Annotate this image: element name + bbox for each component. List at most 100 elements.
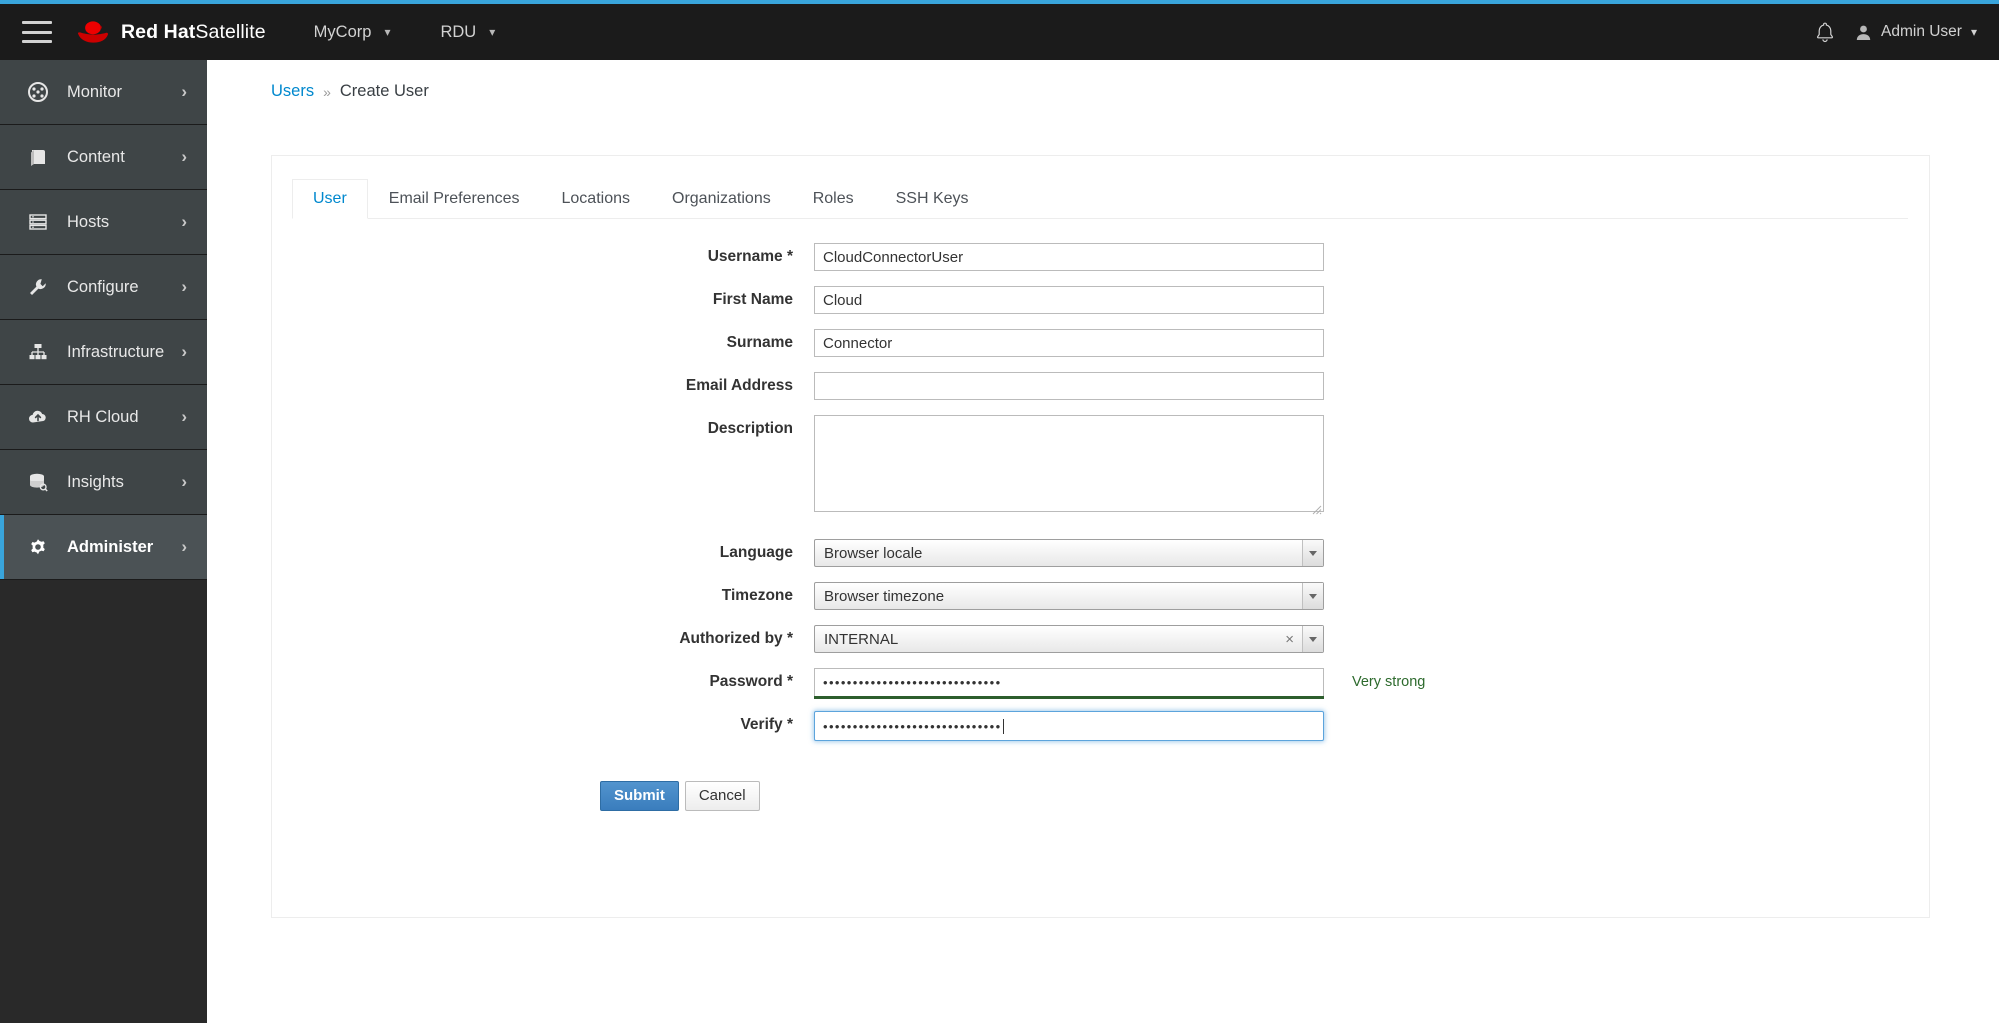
- tab-email-preferences[interactable]: Email Preferences: [368, 179, 541, 219]
- timezone-control: Browser timezone: [814, 582, 1324, 610]
- sidebar-item-monitor[interactable]: Monitor ›: [0, 60, 207, 125]
- language-label: Language: [719, 544, 793, 561]
- bell-icon: [1816, 22, 1834, 43]
- field-row-language: Language Browser locale: [272, 539, 1929, 567]
- sidebar-item-label: Content: [67, 147, 125, 166]
- chevron-right-icon: ›: [181, 472, 187, 491]
- field-row-timezone: Timezone Browser timezone: [272, 582, 1929, 610]
- chevron-down-icon: [1302, 540, 1323, 566]
- language-select[interactable]: Browser locale: [814, 539, 1324, 567]
- chevron-right-icon: ›: [181, 342, 187, 361]
- field-row-first-name: First Name: [272, 286, 1929, 314]
- form-actions: Submit Cancel: [600, 781, 1929, 811]
- brand-text-light: Satellite: [195, 20, 266, 43]
- sidebar-item-content[interactable]: Content ›: [0, 125, 207, 190]
- brand-text-bold: Red Hat: [121, 20, 196, 43]
- gear-icon: [25, 534, 51, 560]
- create-user-card: User Email Preferences Locations Organiz…: [271, 155, 1930, 918]
- context-selectors: MyCorp ▾ RDU ▾: [306, 17, 504, 48]
- authorized-by-select-value: INTERNAL: [824, 630, 899, 648]
- field-row-description: Description: [272, 415, 1929, 517]
- field-row-verify: Verify * ••••••••••••••••••••••••••••••: [272, 711, 1929, 741]
- chevron-down-icon: ▾: [1970, 25, 1977, 39]
- main-content: Users » Create User User Email Preferenc…: [207, 60, 1999, 1023]
- chevron-right-icon: ›: [181, 277, 187, 296]
- surname-input[interactable]: [814, 329, 1324, 357]
- chevron-down-icon: ▾: [489, 25, 496, 39]
- page-title: Create User: [339, 82, 429, 100]
- chevron-right-icon: ›: [181, 82, 187, 101]
- dashboard-icon: [25, 79, 51, 105]
- field-row-email: Email Address: [272, 372, 1929, 400]
- timezone-select[interactable]: Browser timezone: [814, 582, 1324, 610]
- masthead: Red HatSatellite MyCorp ▾ RDU ▾ Admin Us…: [0, 4, 1999, 60]
- user-menu[interactable]: Admin User ▾: [1855, 23, 1977, 41]
- field-row-password: Password * •••••••••••••••••••••••••••••…: [272, 668, 1929, 699]
- chevron-down-icon: ▾: [384, 25, 391, 39]
- brand-text: Red HatSatellite: [121, 21, 266, 44]
- language-select-value: Browser locale: [824, 544, 923, 562]
- sidebar-item-insights[interactable]: Insights ›: [0, 450, 207, 515]
- masthead-right: Admin User ▾: [1815, 21, 1977, 43]
- notifications-button[interactable]: [1815, 21, 1835, 43]
- description-control: [814, 415, 1324, 517]
- password-strength-text: Very strong: [1352, 674, 1426, 690]
- breadcrumb-link-users[interactable]: Users: [271, 82, 314, 101]
- chevron-right-icon: ›: [181, 147, 187, 166]
- password-input[interactable]: ••••••••••••••••••••••••••••••: [814, 668, 1324, 696]
- breadcrumb: Users » Create User: [207, 60, 1999, 101]
- server-stack-icon: [25, 209, 51, 235]
- sidebar-item-label: Configure: [67, 277, 139, 296]
- field-row-username: Username *: [272, 243, 1929, 271]
- text-cursor: [1002, 718, 1004, 734]
- tab-ssh-keys[interactable]: SSH Keys: [875, 179, 990, 219]
- email-label: Email Address: [685, 377, 793, 394]
- create-user-form: Username * First Name Surname: [272, 243, 1929, 811]
- authorized-by-select[interactable]: INTERNAL ×: [814, 625, 1324, 653]
- submit-button[interactable]: Submit: [600, 781, 679, 811]
- verify-label: Verify *: [740, 716, 793, 733]
- clear-selection-icon[interactable]: ×: [1277, 631, 1302, 648]
- tab-roles[interactable]: Roles: [792, 179, 875, 219]
- username-input[interactable]: [814, 243, 1324, 271]
- sidebar-item-label: Administer: [67, 537, 154, 556]
- wrench-icon: [25, 274, 51, 300]
- cancel-button[interactable]: Cancel: [684, 781, 760, 811]
- chevron-right-icon: ›: [181, 212, 187, 231]
- red-hat-fedora-logo-icon: [77, 21, 109, 43]
- sidebar: Monitor › Content › Hosts › Configure › …: [0, 60, 207, 1023]
- sidebar-item-label: Infrastructure: [67, 342, 165, 361]
- tab-locations[interactable]: Locations: [541, 179, 652, 219]
- timezone-label: Timezone: [721, 587, 793, 604]
- tab-bar: User Email Preferences Locations Organiz…: [292, 179, 1908, 219]
- hamburger-icon[interactable]: [22, 21, 52, 43]
- email-field[interactable]: [814, 372, 1324, 400]
- description-textarea[interactable]: [814, 415, 1324, 512]
- brand-logo[interactable]: Red HatSatellite: [74, 19, 266, 45]
- user-avatar-icon: [1856, 25, 1871, 40]
- chevron-right-icon: ›: [181, 407, 187, 426]
- tab-organizations[interactable]: Organizations: [651, 179, 792, 219]
- sitemap-icon: [25, 339, 51, 365]
- verify-input-value: ••••••••••••••••••••••••••••••: [823, 718, 1002, 734]
- sidebar-item-label: RH Cloud: [67, 407, 139, 426]
- user-menu-label: Admin User: [1881, 23, 1962, 40]
- password-control: •••••••••••••••••••••••••••••• Very stro…: [814, 668, 1425, 699]
- chevron-right-icon: ›: [181, 537, 187, 556]
- sidebar-item-configure[interactable]: Configure ›: [0, 255, 207, 320]
- org-selector[interactable]: MyCorp ▾: [306, 17, 399, 48]
- password-strength-meter: [814, 696, 1324, 699]
- cloud-upload-icon: [25, 404, 51, 430]
- sidebar-item-infrastructure[interactable]: Infrastructure ›: [0, 320, 207, 385]
- verify-input[interactable]: ••••••••••••••••••••••••••••••: [814, 711, 1324, 741]
- description-label: Description: [707, 420, 793, 437]
- tab-user[interactable]: User: [292, 179, 368, 219]
- sidebar-item-rh-cloud[interactable]: RH Cloud ›: [0, 385, 207, 450]
- verify-control: ••••••••••••••••••••••••••••••: [814, 711, 1324, 741]
- book-icon: [25, 144, 51, 170]
- location-selector[interactable]: RDU ▾: [432, 17, 503, 48]
- sidebar-item-hosts[interactable]: Hosts ›: [0, 190, 207, 255]
- username-label: Username *: [707, 248, 793, 265]
- sidebar-item-administer[interactable]: Administer ›: [0, 515, 207, 580]
- first-name-input[interactable]: [814, 286, 1324, 314]
